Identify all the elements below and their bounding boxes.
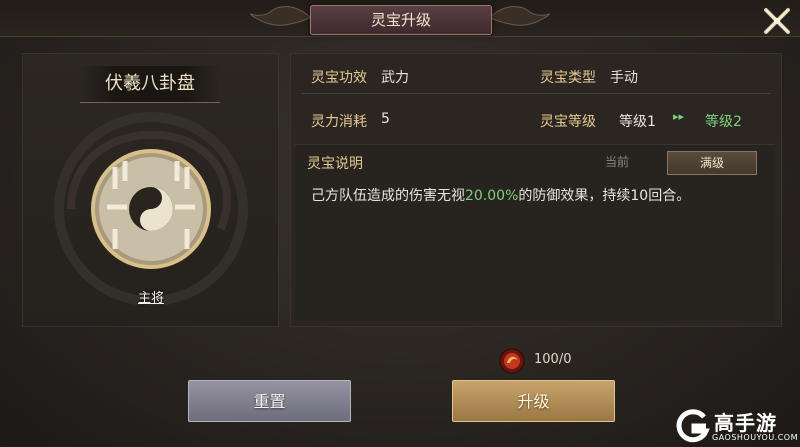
description-text-after: 的防御效果，持续10回合。 <box>518 188 691 204</box>
artifact-display[interactable]: 主将 <box>51 109 251 309</box>
effect-value: 武力 <box>381 70 409 86</box>
tab-max-level[interactable]: 满级 <box>667 151 757 175</box>
attr-row-cost: 灵力消耗 5 灵宝等级 等级1 ▸▸ 等级2 <box>291 100 781 138</box>
left-ornament-icon <box>250 6 310 26</box>
attributes-panel: 灵宝功效 武力 灵宝类型 手动 灵力消耗 5 灵宝等级 等级1 ▸▸ 等级2 灵… <box>290 53 782 327</box>
type-value: 手动 <box>610 70 638 86</box>
attr-row-effect: 灵宝功效 武力 灵宝类型 手动 <box>291 56 781 94</box>
description-label: 灵宝说明 <box>307 156 363 172</box>
watermark: 高手游 GAOSHOUYOU.COM <box>674 407 798 447</box>
level-current: 等级1 <box>619 114 656 130</box>
watermark-url: GAOSHOUYOU.COM <box>712 433 799 442</box>
artifact-panel: 伏羲八卦盘 主将 <box>22 53 279 327</box>
tab-current[interactable]: 当前 <box>605 153 629 170</box>
level-arrow-icon: ▸▸ <box>673 110 685 123</box>
upgrade-button[interactable]: 升级 <box>452 380 615 422</box>
level-next: 等级2 <box>705 114 742 130</box>
reset-button[interactable]: 重置 <box>188 380 351 422</box>
cost-label: 灵力消耗 <box>311 114 367 130</box>
artifact-name: 伏羲八卦盘 <box>80 66 220 103</box>
watermark-brand: 高手游 <box>714 411 777 435</box>
upgrade-cost: 100/0 <box>498 348 618 374</box>
watermark-logo-icon <box>676 409 710 443</box>
dialog-header: 灵宝升级 <box>0 0 800 37</box>
close-button[interactable] <box>760 4 794 38</box>
cost-value: 5 <box>381 111 390 127</box>
description-text-before: 己方队伍造成的伤害无视 <box>311 188 465 204</box>
description-box: 灵宝说明 当前 满级 己方队伍造成的伤害无视20.00%的防御效果，持续10回合… <box>295 144 775 321</box>
upgrade-cost-text: 100/0 <box>534 352 572 367</box>
close-x-icon <box>764 8 790 34</box>
description-highlight: 20.00% <box>465 188 519 204</box>
dialog-title: 灵宝升级 <box>310 5 492 35</box>
bagua-yin-yang-icon <box>54 112 248 306</box>
level-label: 灵宝等级 <box>540 114 596 130</box>
effect-label: 灵宝功效 <box>311 70 367 86</box>
row-divider <box>301 93 771 94</box>
upgrade-dialog: 灵宝升级 伏羲八卦盘 主将 灵宝功效 武力 灵宝类型 手动 灵力消耗 5 灵宝等… <box>0 0 800 447</box>
right-ornament-icon <box>490 6 550 26</box>
description-text: 己方队伍造成的伤害无视20.00%的防御效果，持续10回合。 <box>311 185 690 205</box>
artifact-tag: 主将 <box>137 291 164 306</box>
red-spirit-orb-icon <box>499 348 525 374</box>
type-label: 灵宝类型 <box>540 70 596 86</box>
